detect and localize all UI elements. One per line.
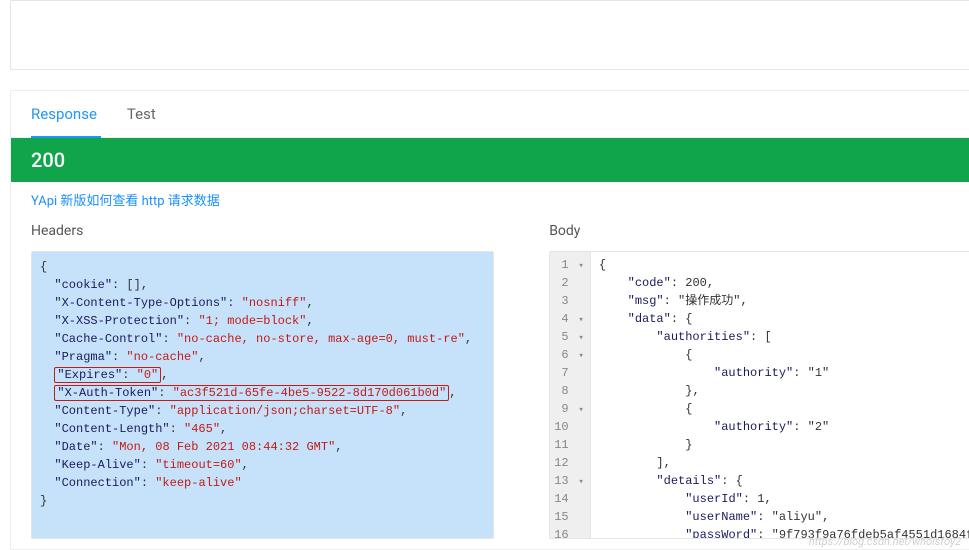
tab-test[interactable]: Test [127,91,186,137]
watermark: https://blog.csdn.net/whoisfoy2 [809,535,961,548]
tabs: Response Test [11,91,969,138]
columns: Headers { "cookie": [], "X-Content-Type-… [11,217,969,549]
body-title: Body [549,217,969,251]
yapi-link[interactable]: YApi 新版如何查看 http 请求数据 [31,194,220,209]
headers-column: Headers { "cookie": [], "X-Content-Type-… [31,217,494,539]
response-card: Response Test 200 YApi 新版如何查看 http 请求数据 … [10,90,969,550]
status-bar: 200 [11,138,969,182]
tab-response[interactable]: Response [31,91,127,137]
body-panel[interactable]: 1 ▾2 3 4 ▾5 ▾6 ▾7 8 9 ▾10 11 12 13 ▾14 1… [549,251,969,539]
link-row: YApi 新版如何查看 http 请求数据 [11,182,969,217]
headers-title: Headers [31,217,494,251]
body-code[interactable]: { "code": 200, "msg": "操作成功", "data": { … [591,252,969,538]
body-column: Body 1 ▾2 3 4 ▾5 ▾6 ▾7 8 9 ▾10 11 12 13 … [549,217,969,539]
headers-panel[interactable]: { "cookie": [], "X-Content-Type-Options"… [31,251,494,539]
main-content: Response Test 200 YApi 新版如何查看 http 请求数据 … [0,0,969,550]
top-panel [10,0,969,70]
body-line-gutter: 1 ▾2 3 4 ▾5 ▾6 ▾7 8 9 ▾10 11 12 13 ▾14 1… [550,252,591,538]
